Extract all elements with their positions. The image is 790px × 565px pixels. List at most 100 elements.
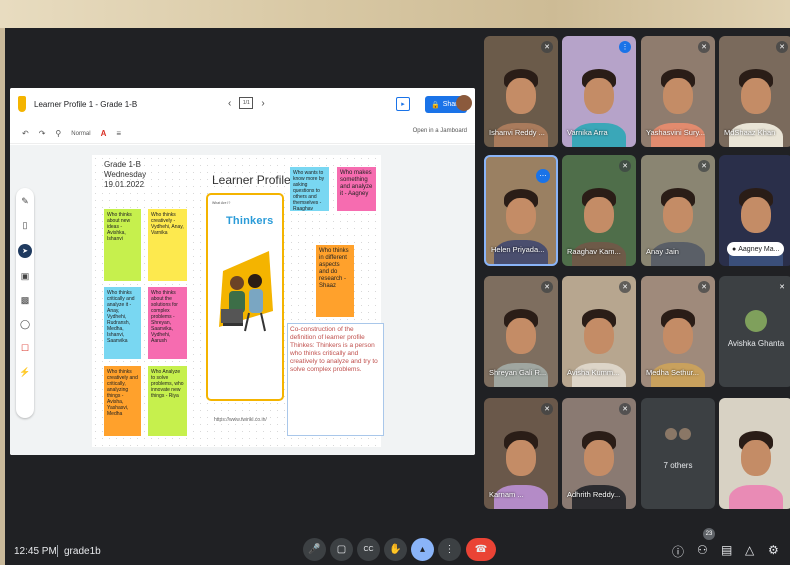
call-controls-bar: 12:45 PM grade1b 🎤 ▢ CC ✋ ▴ ⋮ ☎ ⓘ ⚇ ▤ △ …	[0, 530, 790, 565]
more-options-icon[interactable]: ⋯	[536, 169, 550, 183]
participant-name: Medha Sethur...	[646, 368, 699, 377]
participant-tile-active[interactable]: ⋯ Helen Priyada...	[484, 155, 558, 266]
participant-face	[506, 78, 536, 115]
zoom-icon[interactable]: ⚲	[55, 129, 61, 138]
definition-text-box[interactable]: Co-construction of the definition of lea…	[287, 323, 384, 436]
end-call-button[interactable]: ☎	[466, 538, 496, 561]
participant-name: Karnam ...	[489, 490, 524, 499]
participant-tile[interactable]: ✕ Shreyan Gali R...	[484, 276, 558, 387]
participant-tile[interactable]: ● Aagney Ma...	[719, 155, 790, 266]
sticky-note[interactable]: Who Analyze to solve problems, who innov…	[148, 366, 187, 436]
select-icon[interactable]: ➤	[18, 244, 32, 258]
participant-tile[interactable]: ✕ Anay Jain	[641, 155, 715, 266]
jamboard-title[interactable]: Learner Profile 1 - Grade 1-B	[34, 100, 137, 109]
participant-tile[interactable]: ✕ Medha Sethur...	[641, 276, 715, 387]
raise-hand-button[interactable]: ✋	[384, 538, 407, 561]
participant-tile[interactable]: ✕ Karnam ...	[484, 398, 558, 509]
pin-chip[interactable]: ● Aagney Ma...	[727, 242, 785, 256]
sticky-note[interactable]: Who thinks critically and analyze it - A…	[104, 287, 141, 359]
participant-face	[741, 197, 771, 234]
participant-tile[interactable]: ✕ Yashasvini Sury...	[641, 36, 715, 147]
participant-face	[584, 197, 614, 234]
speaking-icon: ⋮	[619, 41, 631, 53]
laser-icon[interactable]: ⚡	[19, 367, 30, 378]
mic-off-icon: ●	[732, 245, 737, 253]
participant-face	[663, 197, 693, 234]
activities-icon[interactable]: △	[745, 543, 754, 557]
mic-off-icon: ✕	[541, 403, 553, 415]
microphone-button[interactable]: 🎤	[303, 538, 326, 561]
present-button[interactable]: ▴	[411, 538, 434, 561]
user-avatar[interactable]	[456, 95, 472, 111]
mic-off-icon: ✕	[619, 160, 631, 172]
next-frame-icon[interactable]: ›	[261, 98, 264, 109]
sticky-note[interactable]: Who wants to know more by asking questio…	[290, 167, 329, 211]
participant-tile[interactable]: ✕ Raaghav Kam...	[562, 155, 636, 266]
self-view-tile[interactable]	[719, 398, 790, 509]
participant-tile[interactable]: ⋮ Varnika Arra	[562, 36, 636, 147]
thinkers-prompt: What Are I?	[212, 201, 231, 205]
sticky-note[interactable]: Who thinks creatively - Vydhehi, Anay, V…	[148, 209, 187, 281]
info-icon[interactable]: ⓘ	[672, 543, 684, 560]
style-dropdown[interactable]: Normal	[71, 131, 90, 137]
participant-face	[741, 78, 771, 115]
jamboard-frame[interactable]: Grade 1-B Wednesday 19.01.2022 Learner P…	[92, 155, 384, 447]
sticky-note[interactable]: Who thinks in different aspects and do r…	[316, 245, 354, 317]
align-icon[interactable]: ≡	[116, 129, 121, 138]
participant-name: Avisha Kumm...	[567, 368, 620, 377]
participant-tile[interactable]: ✕ Avishka Ghanta	[719, 276, 790, 387]
sticky-note[interactable]: Who thinks creatively and critically, an…	[104, 366, 141, 436]
board-title: Learner Profile	[212, 173, 291, 187]
participant-face	[663, 318, 693, 355]
others-tile[interactable]: 7 others	[641, 398, 715, 509]
participant-name: Shreyan Gali R...	[489, 368, 547, 377]
mic-off-icon: ✕	[776, 41, 788, 53]
participant-name: Avishka Ghanta	[727, 339, 785, 348]
participant-avatar	[745, 310, 767, 332]
image-icon[interactable]: ▩	[21, 295, 30, 306]
sticky-note[interactable]: Who thinks about new ideas - Avishka, Is…	[104, 209, 141, 281]
camera-button[interactable]: ▢	[330, 538, 353, 561]
participant-tile[interactable]: ✕ Avisha Kumm...	[562, 276, 636, 387]
thinkers-image-card[interactable]: What Are I? Thinkers	[206, 193, 284, 401]
present-icon[interactable]: ▸	[396, 97, 410, 111]
more-options-icon: ⋮	[444, 544, 455, 555]
captions-icon: CC	[363, 546, 374, 553]
text-color-icon[interactable]: A	[101, 129, 107, 138]
participant-tile[interactable]: ✕ Ishanvi Reddy ...	[484, 36, 558, 147]
participant-name: Anay Jain	[646, 247, 679, 256]
frame-navigator: ‹ 1/1 ›	[228, 97, 265, 109]
participant-name: Aagney Ma...	[738, 245, 780, 253]
text-box-icon[interactable]: ☐	[21, 343, 29, 354]
background-top	[0, 0, 790, 28]
mic-off-icon: ✕	[619, 281, 631, 293]
sticky-note[interactable]: Who makes something and analyze it - Aag…	[337, 167, 376, 211]
redo-icon[interactable]: ↷	[39, 129, 46, 138]
sticky-note[interactable]: Who thinks about the solutions for compl…	[148, 287, 187, 359]
current-time: 12:45 PM	[14, 546, 57, 557]
host-controls-icon[interactable]: ⚙	[768, 543, 779, 557]
sticky-note-icon[interactable]: ▣	[21, 271, 30, 282]
camera-icon: ▢	[336, 544, 347, 555]
chat-icon[interactable]: ▤	[721, 543, 732, 557]
participant-tile[interactable]: ✕ Adhrith Reddy...	[562, 398, 636, 509]
more-options-button[interactable]: ⋮	[438, 538, 461, 561]
people-icon[interactable]: ⚇	[697, 543, 708, 557]
pen-icon[interactable]: ✎	[21, 196, 29, 207]
thinkers-heading: Thinkers	[226, 215, 274, 227]
jamboard-toolbar: ↶ ↷ ⚲ Normal A ≡	[10, 124, 475, 144]
participant-name: Varnika Arra	[567, 128, 608, 137]
participant-tile[interactable]: ✕ MdShaaz Khan	[719, 36, 790, 147]
participant-name: MdShaaz Khan	[724, 128, 776, 137]
open-in-jamboard-link[interactable]: Open in a Jamboard	[413, 128, 467, 134]
frame-indicator[interactable]: 1/1	[239, 97, 254, 109]
participant-body	[729, 485, 783, 509]
participant-name: Raaghav Kam...	[567, 247, 621, 256]
participant-face	[741, 440, 771, 477]
previous-frame-icon[interactable]: ‹	[228, 98, 231, 109]
undo-icon[interactable]: ↶	[22, 129, 29, 138]
eraser-icon[interactable]: ▯	[23, 220, 28, 231]
participant-face	[584, 78, 614, 115]
captions-button[interactable]: CC	[357, 538, 380, 561]
circle-icon[interactable]: ◯	[20, 319, 30, 330]
